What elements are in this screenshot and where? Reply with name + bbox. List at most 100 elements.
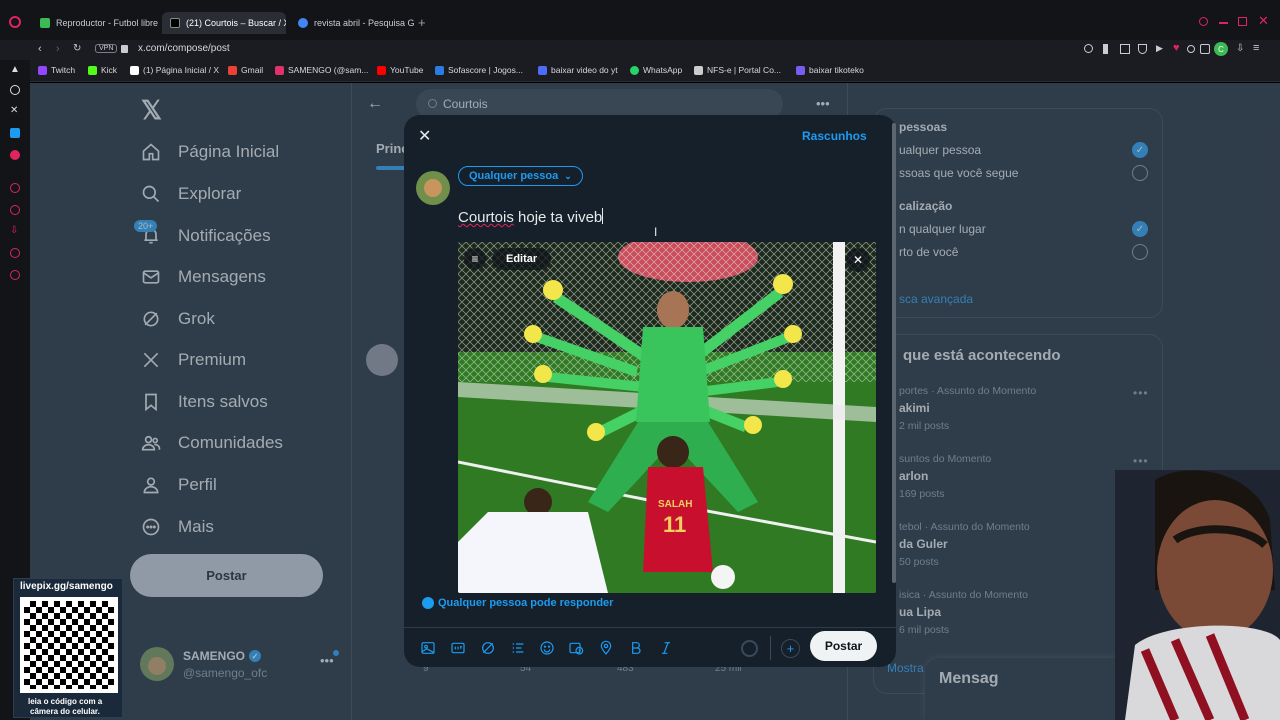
bookmark-tiktok-download[interactable]: baixar tikoteko [796,65,864,75]
post-button[interactable]: Postar [810,631,877,661]
close-window-button[interactable]: ✕ [1258,13,1269,29]
audience-selector[interactable]: Qualquer pessoa ⌄ [458,166,583,186]
qr-caption-1: leia o código com a [28,697,103,706]
youtube-icon [377,65,386,75]
reply-permission-button[interactable]: Qualquer pessoa pode responder [422,597,613,609]
courtois-photo: SALAH 11 [458,242,876,593]
bookmark-youtube[interactable]: YouTube [377,65,423,75]
bookmark-sofascore[interactable]: Sofascore | Jogos... [435,65,523,75]
search-tabs-icon[interactable] [1199,17,1208,26]
media-menu-button[interactable]: ≡ [464,248,486,270]
bookmark-twitch[interactable]: Twitch [38,65,75,75]
bookmark-label: (1) Página Inicial / X [143,65,220,75]
bookmark-whatsapp[interactable]: WhatsApp [630,65,682,75]
minimize-button[interactable] [1219,22,1228,24]
bookmark-label: YouTube [390,65,424,75]
heart-icon[interactable]: ♥ [1173,42,1180,54]
tab-label: Reproductor - Futbol libre [56,18,158,28]
browser-tab-bar: Reproductor - Futbol libre (21) Courtois… [0,0,1280,40]
reload-icon[interactable]: ↻ [73,43,81,54]
bookmark-yt-download[interactable]: baixar video do yt [538,65,618,75]
extensions-icon[interactable] [10,248,20,258]
reply-setting-label: Qualquer pessoa pode responder [438,597,614,609]
chevron-down-icon: ⌄ [564,170,572,181]
x-app-icon[interactable]: ✕ [10,105,18,116]
audience-label: Qualquer pessoa [469,170,559,182]
clock-icon[interactable] [10,205,20,215]
tab-reproductor[interactable]: Reproductor - Futbol libre [32,12,158,34]
shield-icon[interactable] [1138,44,1147,54]
donation-qr-overlay: livepix.gg/samengo leia o código com a c… [13,578,123,718]
kick-icon [88,65,97,75]
forward-icon[interactable]: › [56,43,60,55]
vpn-badge[interactable]: VPN [95,44,118,53]
address-bar: ‹ › ↻ VPN x.com/compose/post ▶ ♥ C ⇩ ≡ [0,40,1280,60]
opera-logo-icon[interactable] [9,16,21,28]
bookmark-kick[interactable]: Kick [88,65,117,75]
bookmark-label: Sofascore | Jogos... [448,65,523,75]
image-icon[interactable] [420,640,436,656]
gif-icon[interactable] [450,640,466,656]
bookmark-label: WhatsApp [643,65,683,75]
add-thread-button[interactable]: + [781,639,800,658]
attached-image[interactable]: SALAH 11 ≡ Editar ✕ [458,242,876,593]
download-site-icon [538,65,547,75]
location-icon[interactable] [598,640,614,656]
globe-icon [422,597,434,609]
italic-icon[interactable] [658,640,674,656]
chatgpt-icon[interactable] [10,85,20,95]
twitch-icon [38,65,47,75]
snapshot-icon[interactable] [1120,44,1130,54]
url-field[interactable]: x.com/compose/post [138,43,230,54]
back-icon[interactable]: ‹ [38,43,42,55]
char-progress-ring [741,640,758,657]
emoji-icon[interactable] [539,640,555,656]
grok-icon[interactable] [480,640,496,656]
settings-icon[interactable] [10,270,20,280]
menu-icon[interactable]: ≡ [1253,42,1259,54]
tab-courtois-search[interactable]: (21) Courtois – Buscar / X [162,12,286,34]
tab-label: revista abril - Pesquisa G… [314,18,414,28]
svg-text:SALAH: SALAH [658,499,692,510]
x-logo-icon [130,65,139,75]
bookmark-label: Twitch [51,65,76,75]
download-icon[interactable]: ⇩ [10,225,18,236]
app-icon[interactable] [10,128,20,138]
bookmark-nfse[interactable]: NFS-e | Portal Co... [694,65,781,75]
bookmark-x-home[interactable]: (1) Página Inicial / X [130,65,219,75]
profile-avatar[interactable]: C [1214,42,1228,56]
gmail-icon [228,65,237,75]
compose-textarea[interactable]: Courtois hoje ta viveb [458,208,604,226]
zoom-icon[interactable] [1084,44,1093,53]
maximize-button[interactable] [1238,17,1247,26]
poll-icon[interactable] [510,640,526,656]
drafts-link[interactable]: Rascunhos [802,129,867,143]
qr-code-icon [20,597,118,693]
bookmark-label: Kick [101,65,118,75]
edit-image-button[interactable]: Editar [492,248,552,270]
text-cursor [602,208,604,224]
history-icon[interactable] [10,183,20,193]
aria-icon[interactable]: ▲ [10,64,20,75]
close-modal-button[interactable]: ✕ [418,126,431,146]
download-icon[interactable]: ⇩ [1236,43,1244,54]
composer-avatar [416,171,450,205]
extensions-icon[interactable] [1200,44,1210,54]
remove-image-button[interactable]: ✕ [846,248,870,272]
bookmark-gmail[interactable]: Gmail [228,65,263,75]
schedule-icon[interactable] [568,640,584,656]
play-icon[interactable]: ▶ [1156,43,1163,54]
modal-scrollbar[interactable] [892,123,896,583]
camera-icon[interactable] [1187,45,1195,53]
x-favicon-icon [170,18,180,28]
bookmark-label: baixar tikoteko [809,65,864,75]
pin-icon[interactable] [1103,44,1108,54]
compose-text-rest: hoje ta viveb [513,209,603,226]
new-tab-button[interactable]: + [418,15,426,30]
bookmark-instagram[interactable]: SAMENGO (@sam... [275,65,368,75]
opera-app-icon[interactable] [10,150,20,160]
tiktok-download-icon [796,65,805,75]
bold-icon[interactable] [628,640,644,656]
tab-revista-abril[interactable]: revista abril - Pesquisa G… [290,12,414,34]
whatsapp-icon [630,65,639,75]
